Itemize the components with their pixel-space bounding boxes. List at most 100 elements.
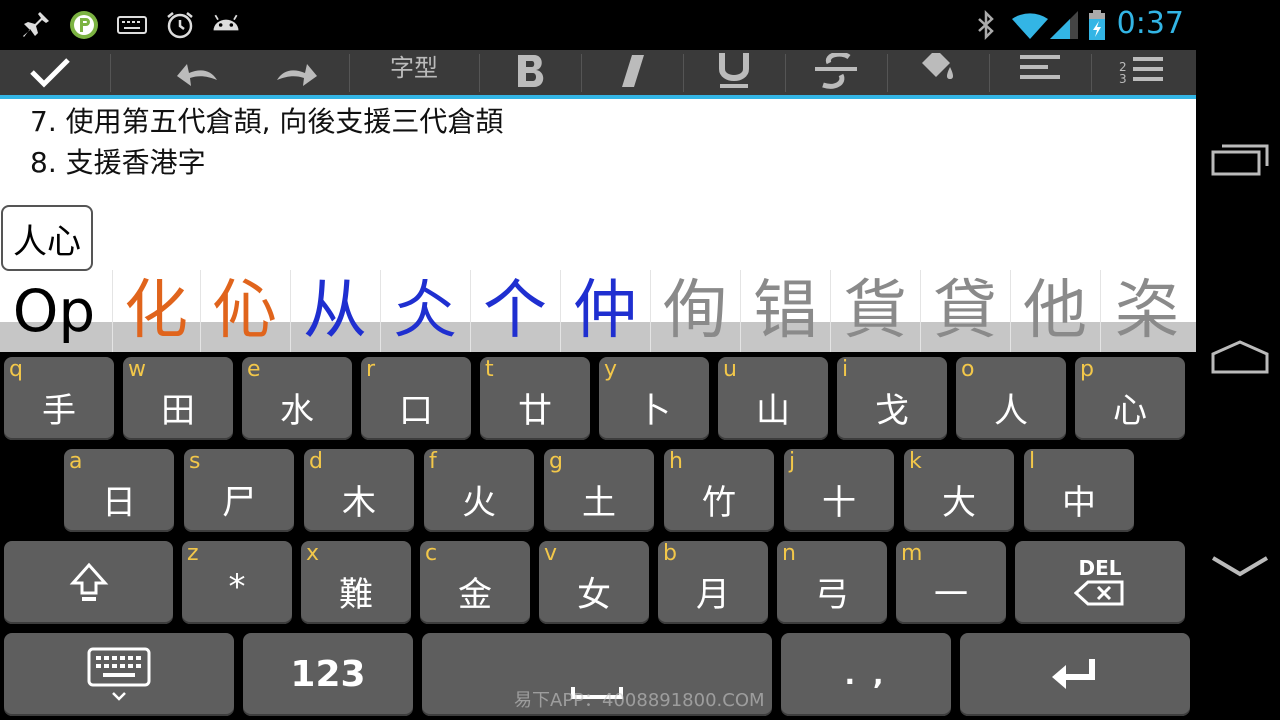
candidate-item[interactable]: 貸 <box>920 270 1009 352</box>
key-label: 月 <box>696 575 730 615</box>
candidate-item[interactable]: 貨 <box>830 270 919 352</box>
key-label: 人 <box>994 391 1028 431</box>
punctuation-key-label: . , <box>844 658 888 691</box>
key-hint: d <box>309 449 323 474</box>
key-p[interactable]: p心 <box>1075 357 1185 440</box>
candidate-item[interactable]: 侚 <box>650 270 739 352</box>
key-k[interactable]: k大 <box>904 449 1014 532</box>
alarm-icon <box>167 12 193 39</box>
hide-keyboard-icon[interactable] <box>1210 552 1270 582</box>
key-x[interactable]: x難 <box>301 541 411 624</box>
key-q[interactable]: q手 <box>4 357 114 440</box>
punctuation-key[interactable]: . , <box>781 633 951 716</box>
key-u[interactable]: u山 <box>718 357 828 440</box>
strikethrough-button[interactable] <box>786 50 886 95</box>
key-n[interactable]: n弓 <box>777 541 887 624</box>
candidate-item[interactable]: 伈 <box>200 270 289 352</box>
key-hint: b <box>663 541 677 566</box>
key-r[interactable]: r口 <box>361 357 471 440</box>
numbered-list-button[interactable]: 32 <box>1092 50 1192 95</box>
composing-text: 人心 <box>1 205 93 271</box>
key-b[interactable]: b月 <box>658 541 768 624</box>
pin-icon <box>23 12 49 37</box>
key-label: 一 <box>934 575 968 615</box>
shift-icon <box>69 562 108 601</box>
key-z[interactable]: z * <box>182 541 292 624</box>
key-y[interactable]: y卜 <box>599 357 709 440</box>
font-icon: 字型 <box>390 54 438 82</box>
keyboard-switch-key[interactable] <box>4 633 234 716</box>
key-hint: m <box>901 541 923 566</box>
candidate-bar: Op 化 伈 从 仌 个 仲 侚 锠 貨 貸 他 栥 <box>0 270 1196 352</box>
undo-icon <box>177 63 217 86</box>
key-a[interactable]: a日 <box>64 449 174 532</box>
key-hint: c <box>425 541 438 566</box>
key-label: 木 <box>342 483 376 523</box>
delete-label: DEL <box>1078 555 1122 580</box>
key-hint: y <box>604 357 618 382</box>
candidate-item[interactable]: Op <box>0 270 108 352</box>
key-hint: j <box>789 449 796 474</box>
formatting-toolbar: 字型 32 <box>0 50 1196 99</box>
key-i[interactable]: i戈 <box>837 357 947 440</box>
candidate-item[interactable]: 栥 <box>1100 270 1193 352</box>
delete-key-content: DEL <box>1015 541 1185 624</box>
key-e[interactable]: e水 <box>242 357 352 440</box>
key-l[interactable]: l中 <box>1024 449 1134 532</box>
candidate-item[interactable]: 他 <box>1010 270 1099 352</box>
done-button[interactable] <box>0 50 100 95</box>
key-d[interactable]: d木 <box>304 449 414 532</box>
redo-button[interactable] <box>248 50 348 95</box>
key-w[interactable]: w田 <box>123 357 233 440</box>
key-hint: o <box>961 357 975 382</box>
key-s[interactable]: s尸 <box>184 449 294 532</box>
enter-key[interactable] <box>960 633 1190 716</box>
numbers-key-label: 123 <box>290 654 366 695</box>
key-hint: g <box>549 449 563 474</box>
candidate-item[interactable]: 化 <box>112 270 199 352</box>
key-t[interactable]: t廿 <box>480 357 590 440</box>
watermark: 易下APP：4008891800.COM <box>514 690 765 711</box>
font-button[interactable]: 字型 <box>350 50 478 95</box>
key-f[interactable]: f火 <box>424 449 534 532</box>
undo-button[interactable] <box>146 50 246 95</box>
key-j[interactable]: j十 <box>784 449 894 532</box>
underline-icon <box>719 52 749 88</box>
underline-button[interactable] <box>684 50 784 95</box>
key-label: 田 <box>161 391 195 431</box>
key-g[interactable]: g土 <box>544 449 654 532</box>
key-c[interactable]: c金 <box>420 541 530 624</box>
align-icon <box>1020 54 1060 79</box>
document-line[interactable]: 8. 支援香港字 <box>30 141 206 181</box>
key-hint: h <box>669 449 683 474</box>
key-v[interactable]: v女 <box>539 541 649 624</box>
key-h[interactable]: h竹 <box>664 449 774 532</box>
italic-button[interactable] <box>582 50 682 95</box>
candidate-item[interactable]: 仌 <box>380 270 469 352</box>
bold-icon <box>518 54 544 87</box>
key-m[interactable]: m一 <box>896 541 1006 624</box>
candidate-item[interactable]: 仲 <box>560 270 649 352</box>
key-o[interactable]: o人 <box>956 357 1066 440</box>
candidate-item[interactable]: 锠 <box>740 270 829 352</box>
delete-key[interactable]: DEL <box>1015 541 1185 624</box>
key-hint: z <box>187 541 199 566</box>
candidate-item[interactable]: 个 <box>470 270 559 352</box>
backspace-icon <box>1074 580 1124 605</box>
bold-button[interactable] <box>480 50 580 95</box>
shift-key[interactable] <box>4 541 173 624</box>
signal-icon <box>1050 11 1078 39</box>
recent-apps-icon[interactable] <box>1210 142 1270 178</box>
candidate-item[interactable]: 从 <box>290 270 379 352</box>
key-hint: n <box>782 541 796 566</box>
numbers-key[interactable]: 123 <box>243 633 413 716</box>
home-icon[interactable] <box>1210 338 1270 376</box>
strikethrough-icon <box>815 52 857 89</box>
align-button[interactable] <box>990 50 1090 95</box>
key-label: 口 <box>399 391 433 431</box>
document-line[interactable]: 7. 使用第五代倉頡, 向後支援三代倉頡 <box>30 100 503 140</box>
key-hint: f <box>429 449 437 474</box>
key-label: 水 <box>280 391 314 431</box>
fill-color-button[interactable] <box>888 50 988 95</box>
key-label: 十 <box>822 483 856 523</box>
